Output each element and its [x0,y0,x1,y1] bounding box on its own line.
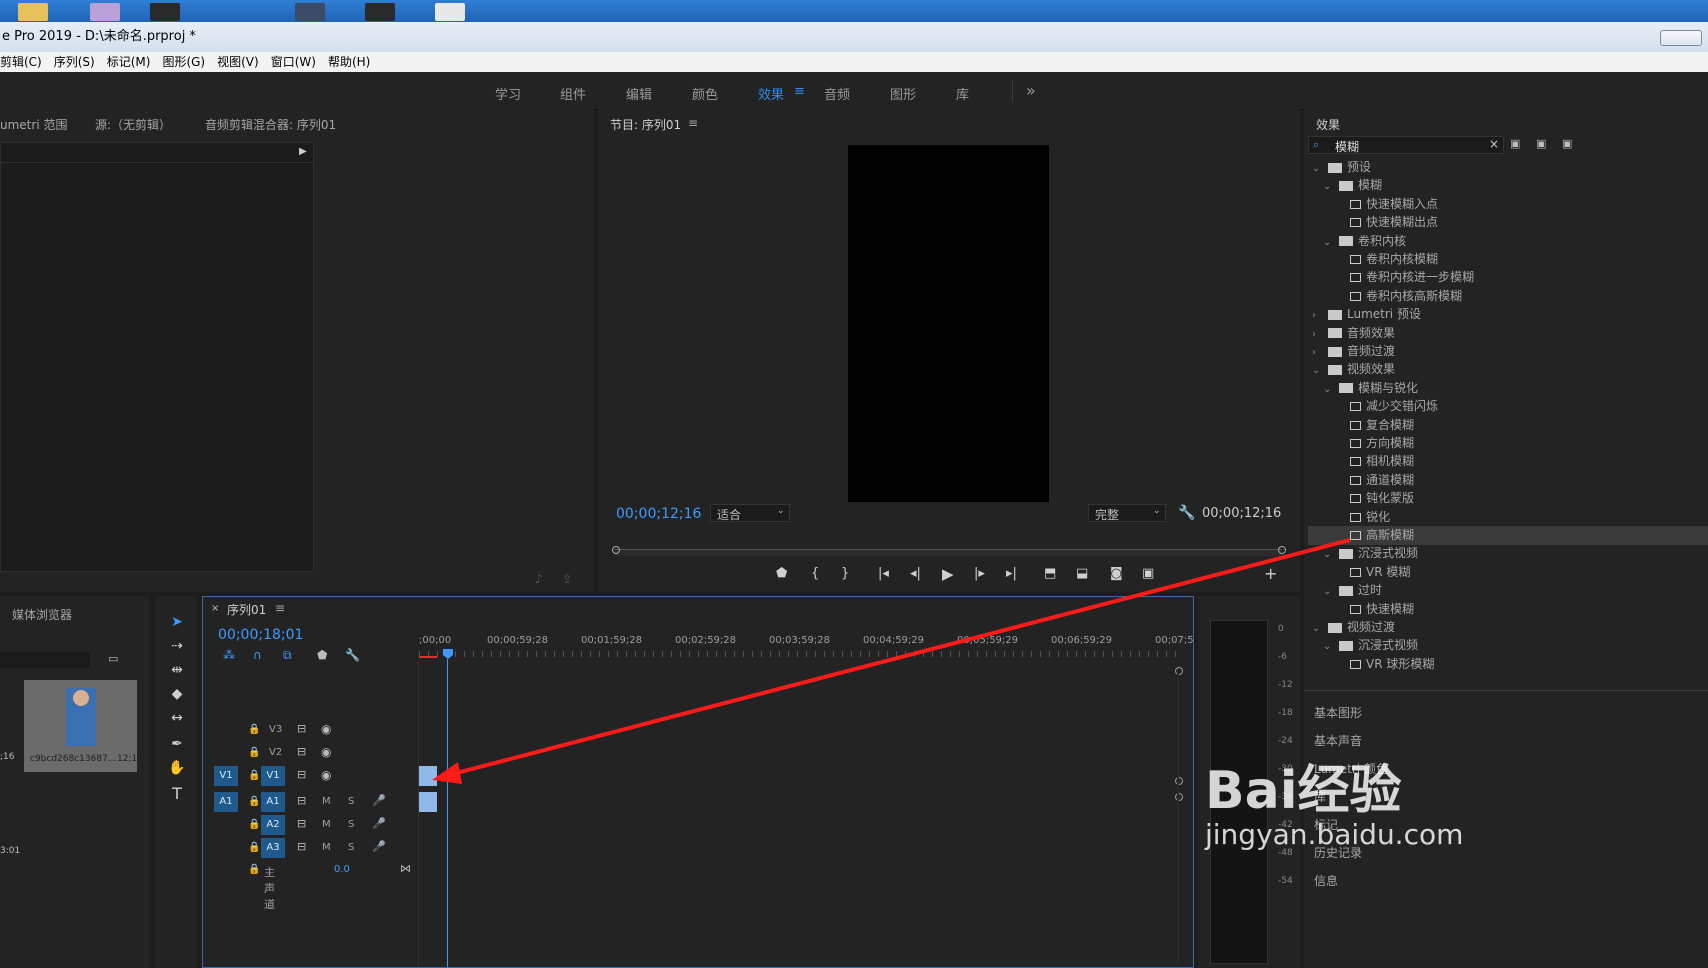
arrow-head [432,762,462,784]
baidu-watermark-url: jingyan.baidu.com [1205,818,1464,851]
arrow-line [444,538,1351,778]
baidu-watermark-logo: Bai经验 [1205,761,1402,821]
